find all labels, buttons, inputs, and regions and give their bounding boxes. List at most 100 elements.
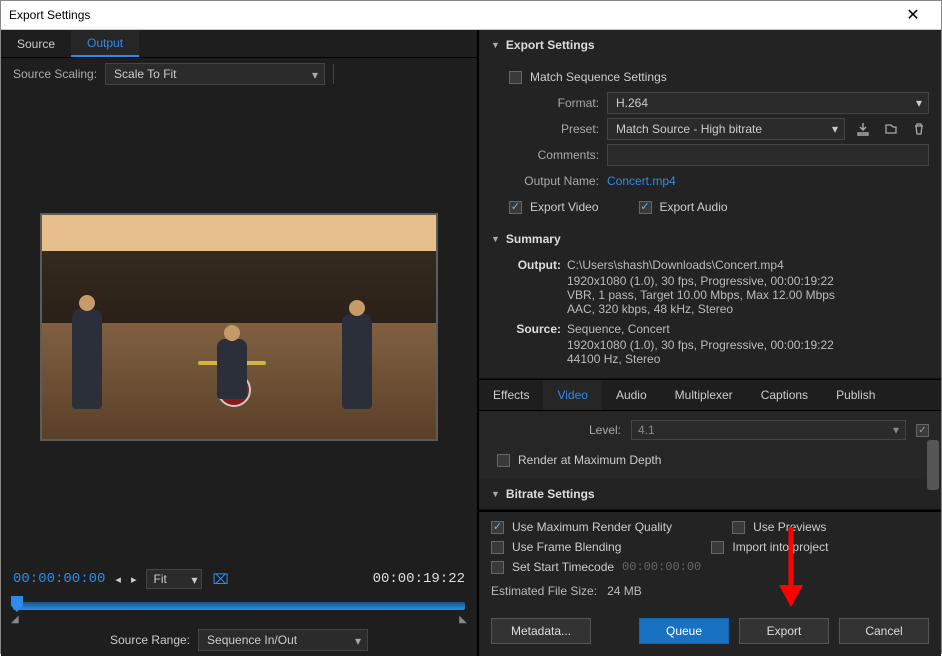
scrub-track[interactable]	[13, 602, 465, 610]
cancel-button[interactable]: Cancel	[839, 618, 929, 644]
level-select[interactable]: 4.1 ▾	[631, 420, 906, 440]
titlebar: Export Settings ✕	[1, 1, 941, 30]
summary-header[interactable]: ▼ Summary	[479, 230, 941, 254]
sub-tab-effects[interactable]: Effects	[479, 380, 543, 410]
metadata-button[interactable]: Metadata...	[491, 618, 591, 644]
video-preview[interactable]	[40, 213, 438, 441]
tab-output[interactable]: Output	[71, 30, 139, 57]
summary-source-label: Source:	[509, 322, 561, 336]
use-frame-blending-label: Use Frame Blending	[512, 540, 621, 554]
export-audio-checkbox[interactable]	[639, 201, 652, 214]
import-project-checkbox[interactable]	[711, 541, 724, 554]
use-previews-label: Use Previews	[753, 520, 826, 534]
window-title: Export Settings	[9, 8, 893, 22]
summary-title: Summary	[506, 232, 561, 246]
sub-tab-publish[interactable]: Publish	[822, 380, 889, 410]
out-marker[interactable]: ◣	[459, 614, 467, 625]
preview-area	[1, 90, 477, 564]
use-previews-checkbox[interactable]	[732, 521, 745, 534]
source-range-select[interactable]: Sequence In/Out ▾	[198, 629, 368, 651]
use-frame-blending-checkbox[interactable]	[491, 541, 504, 554]
level-match-checkbox[interactable]	[916, 424, 929, 437]
video-settings-pane: Level: 4.1 ▾ Render at Maximum Depth	[479, 411, 941, 479]
prev-frame-button[interactable]: ◂	[115, 573, 121, 586]
scrollbar[interactable]	[927, 440, 939, 490]
chevron-down-icon: ▾	[191, 573, 197, 587]
triangle-down-icon: ▼	[491, 40, 500, 50]
match-sequence-checkbox[interactable]	[509, 71, 522, 84]
left-panel: Source Output Source Scaling: Scale To F…	[1, 30, 479, 656]
summary-source-line2: 1920x1080 (1.0), 30 fps, Progressive, 00…	[567, 338, 929, 352]
summary-source-line1: Sequence, Concert	[567, 322, 670, 336]
bitrate-section: ▼ Bitrate Settings	[479, 479, 941, 510]
zoom-fit-select[interactable]: Fit ▾	[146, 569, 202, 589]
export-settings-header[interactable]: ▼ Export Settings	[479, 30, 941, 60]
format-select[interactable]: H.264 ▾	[607, 92, 929, 114]
chevron-down-icon: ▾	[832, 122, 838, 136]
export-audio-label: Export Audio	[660, 200, 728, 214]
est-size-label: Estimated File Size:	[491, 584, 597, 598]
dialog-body: Source Output Source Scaling: Scale To F…	[1, 30, 941, 656]
export-button[interactable]: Export	[739, 618, 829, 644]
output-name-label: Output Name:	[509, 174, 599, 188]
queue-button[interactable]: Queue	[639, 618, 729, 644]
output-name-link[interactable]: Concert.mp4	[607, 174, 676, 188]
delete-preset-icon[interactable]	[909, 119, 929, 139]
render-max-depth-checkbox[interactable]	[497, 454, 510, 467]
format-value: H.264	[616, 96, 648, 110]
current-timecode[interactable]: 00:00:00:00	[13, 571, 105, 587]
source-range-label: Source Range:	[110, 633, 190, 647]
bitrate-title: Bitrate Settings	[506, 487, 595, 501]
sub-tab-video[interactable]: Video	[543, 380, 601, 410]
next-frame-button[interactable]: ▸	[131, 573, 137, 586]
export-settings-section: ▼ Export Settings Match Sequence Setting…	[479, 30, 941, 379]
import-project-label: Import into project	[732, 540, 828, 554]
scrub-bar: ◢ ◣	[1, 594, 477, 624]
source-range-value: Sequence In/Out	[207, 633, 297, 647]
save-preset-icon[interactable]	[853, 119, 873, 139]
import-preset-icon[interactable]	[881, 119, 901, 139]
lower-options: Use Maximum Render Quality Use Previews …	[479, 510, 941, 610]
duration-timecode: 00:00:19:22	[373, 571, 465, 587]
preview-tabs: Source Output	[1, 30, 477, 58]
tab-source[interactable]: Source	[1, 30, 71, 57]
summary-output-line2: 1920x1080 (1.0), 30 fps, Progressive, 00…	[567, 274, 929, 288]
use-max-quality-label: Use Maximum Render Quality	[512, 520, 672, 534]
bitrate-header[interactable]: ▼ Bitrate Settings	[479, 479, 941, 509]
close-button[interactable]: ✕	[893, 1, 933, 29]
right-panel: ▼ Export Settings Match Sequence Setting…	[479, 30, 941, 656]
preset-label: Preset:	[509, 122, 599, 136]
use-max-quality-checkbox[interactable]	[491, 521, 504, 534]
source-range-row: Source Range: Sequence In/Out ▾	[1, 624, 477, 656]
level-value: 4.1	[638, 423, 655, 437]
preset-select[interactable]: Match Source - High bitrate ▾	[607, 118, 845, 140]
triangle-down-icon: ▼	[491, 489, 500, 499]
export-settings-title: Export Settings	[506, 38, 595, 52]
preset-value: Match Source - High bitrate	[616, 122, 762, 136]
export-video-label: Export Video	[530, 200, 599, 214]
match-sequence-label: Match Sequence Settings	[530, 70, 667, 84]
source-scaling-select[interactable]: Scale To Fit ▾	[105, 63, 325, 85]
set-start-tc-checkbox[interactable]	[491, 561, 504, 574]
sub-tab-captions[interactable]: Captions	[747, 380, 822, 410]
sub-tab-audio[interactable]: Audio	[602, 380, 661, 410]
source-scaling-label: Source Scaling:	[13, 67, 97, 81]
chevron-down-icon: ▾	[893, 423, 899, 437]
render-max-depth-label: Render at Maximum Depth	[518, 453, 661, 467]
summary-output-label: Output:	[509, 258, 561, 272]
export-video-checkbox[interactable]	[509, 201, 522, 214]
dialog-buttons: Metadata... Queue Export Cancel	[479, 610, 941, 656]
preview-illustration	[42, 215, 436, 439]
summary-body: Output: C:\Users\shash\Downloads\Concert…	[479, 254, 941, 378]
summary-output-path: C:\Users\shash\Downloads\Concert.mp4	[567, 258, 784, 272]
source-scaling-row: Source Scaling: Scale To Fit ▾	[1, 58, 477, 90]
comments-input[interactable]	[607, 144, 929, 166]
zoom-fit-value: Fit	[153, 572, 166, 586]
timeline-controls: 00:00:00:00 ◂ ▸ Fit ▾ ⌧ 00:00:19:22	[1, 564, 477, 594]
settings-sub-tabs: Effects Video Audio Multiplexer Captions…	[479, 379, 941, 411]
est-size-value: 24 MB	[607, 584, 642, 598]
aspect-ratio-icon[interactable]: ⌧	[212, 571, 228, 588]
in-marker[interactable]: ◢	[11, 614, 19, 625]
chevron-down-icon: ▾	[355, 634, 361, 648]
sub-tab-multiplexer[interactable]: Multiplexer	[661, 380, 747, 410]
